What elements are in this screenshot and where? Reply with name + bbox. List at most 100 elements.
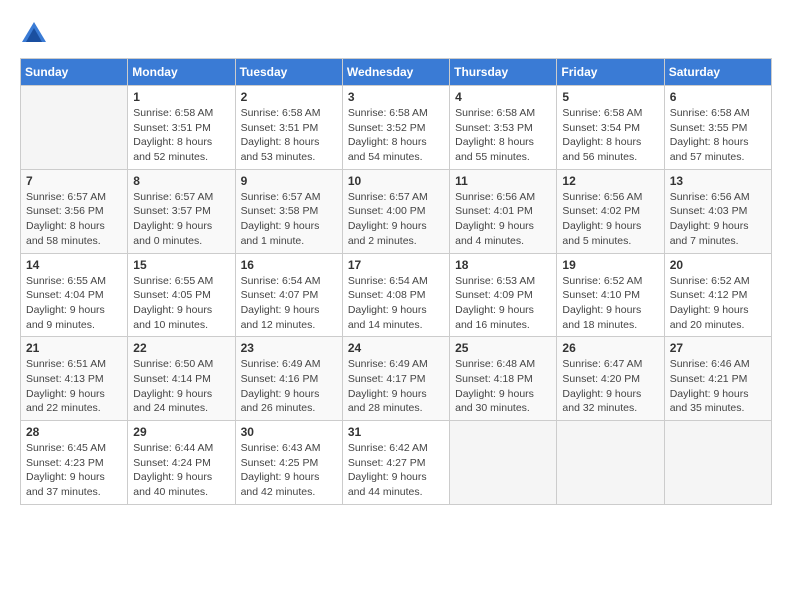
calendar-header-row: SundayMondayTuesdayWednesdayThursdayFrid… <box>21 59 772 86</box>
day-number: 19 <box>562 258 658 272</box>
day-number: 1 <box>133 90 229 104</box>
day-number: 30 <box>241 425 337 439</box>
calendar-cell <box>557 421 664 505</box>
day-info: Sunrise: 6:58 AM Sunset: 3:54 PM Dayligh… <box>562 106 658 165</box>
day-number: 11 <box>455 174 551 188</box>
calendar-week-row: 14Sunrise: 6:55 AM Sunset: 4:04 PM Dayli… <box>21 253 772 337</box>
calendar-header-friday: Friday <box>557 59 664 86</box>
calendar-cell: 6 Sunrise: 6:58 AM Sunset: 3:55 PM Daylig… <box>664 86 771 170</box>
calendar-header-sunday: Sunday <box>21 59 128 86</box>
day-info: Sunrise: 6:45 AM Sunset: 4:23 PM Dayligh… <box>26 441 122 500</box>
calendar-cell: 28 Sunrise: 6:45 AM Sunset: 4:23 PM Dayli… <box>21 421 128 505</box>
day-info: Sunrise: 6:58 AM Sunset: 3:51 PM Dayligh… <box>241 106 337 165</box>
day-info: Sunrise: 6:56 AM Sunset: 4:02 PM Dayligh… <box>562 190 658 249</box>
calendar-cell: 31 Sunrise: 6:42 AM Sunset: 4:27 PM Dayli… <box>342 421 449 505</box>
calendar-cell: 23 Sunrise: 6:49 AM Sunset: 4:16 PM Dayli… <box>235 337 342 421</box>
day-number: 12 <box>562 174 658 188</box>
calendar-cell: 26 Sunrise: 6:47 AM Sunset: 4:20 PM Dayli… <box>557 337 664 421</box>
day-info: Sunrise: 6:53 AM Sunset: 4:09 PM Dayligh… <box>455 274 551 333</box>
day-number: 5 <box>562 90 658 104</box>
day-info: Sunrise: 6:50 AM Sunset: 4:14 PM Dayligh… <box>133 357 229 416</box>
day-number: 8 <box>133 174 229 188</box>
day-number: 23 <box>241 341 337 355</box>
day-number: 29 <box>133 425 229 439</box>
day-number: 9 <box>241 174 337 188</box>
calendar-cell: 7 Sunrise: 6:57 AM Sunset: 3:56 PM Daylig… <box>21 169 128 253</box>
calendar-cell <box>450 421 557 505</box>
page-header <box>20 20 772 48</box>
day-number: 7 <box>26 174 122 188</box>
day-info: Sunrise: 6:54 AM Sunset: 4:07 PM Dayligh… <box>241 274 337 333</box>
day-number: 6 <box>670 90 766 104</box>
calendar-cell: 19 Sunrise: 6:52 AM Sunset: 4:10 PM Dayli… <box>557 253 664 337</box>
calendar-cell: 13 Sunrise: 6:56 AM Sunset: 4:03 PM Dayli… <box>664 169 771 253</box>
day-number: 16 <box>241 258 337 272</box>
calendar-cell: 8Sunrise: 6:57 AM Sunset: 3:57 PM Daylig… <box>128 169 235 253</box>
day-info: Sunrise: 6:46 AM Sunset: 4:21 PM Dayligh… <box>670 357 766 416</box>
calendar-cell: 24 Sunrise: 6:49 AM Sunset: 4:17 PM Dayli… <box>342 337 449 421</box>
day-number: 15 <box>133 258 229 272</box>
calendar-cell <box>21 86 128 170</box>
calendar-cell: 1 Sunrise: 6:58 AM Sunset: 3:51 PM Daylig… <box>128 86 235 170</box>
calendar-cell: 21Sunrise: 6:51 AM Sunset: 4:13 PM Dayli… <box>21 337 128 421</box>
day-info: Sunrise: 6:43 AM Sunset: 4:25 PM Dayligh… <box>241 441 337 500</box>
calendar-cell <box>664 421 771 505</box>
day-info: Sunrise: 6:49 AM Sunset: 4:16 PM Dayligh… <box>241 357 337 416</box>
day-info: Sunrise: 6:49 AM Sunset: 4:17 PM Dayligh… <box>348 357 444 416</box>
day-number: 20 <box>670 258 766 272</box>
calendar-cell: 18 Sunrise: 6:53 AM Sunset: 4:09 PM Dayli… <box>450 253 557 337</box>
day-info: Sunrise: 6:42 AM Sunset: 4:27 PM Dayligh… <box>348 441 444 500</box>
calendar-cell: 27 Sunrise: 6:46 AM Sunset: 4:21 PM Dayli… <box>664 337 771 421</box>
calendar-cell: 30 Sunrise: 6:43 AM Sunset: 4:25 PM Dayli… <box>235 421 342 505</box>
calendar-cell: 5 Sunrise: 6:58 AM Sunset: 3:54 PM Daylig… <box>557 86 664 170</box>
day-info: Sunrise: 6:58 AM Sunset: 3:52 PM Dayligh… <box>348 106 444 165</box>
day-info: Sunrise: 6:48 AM Sunset: 4:18 PM Dayligh… <box>455 357 551 416</box>
calendar-week-row: 7 Sunrise: 6:57 AM Sunset: 3:56 PM Daylig… <box>21 169 772 253</box>
day-number: 2 <box>241 90 337 104</box>
day-number: 27 <box>670 341 766 355</box>
calendar-week-row: 28 Sunrise: 6:45 AM Sunset: 4:23 PM Dayli… <box>21 421 772 505</box>
calendar-table: SundayMondayTuesdayWednesdayThursdayFrid… <box>20 58 772 505</box>
day-info: Sunrise: 6:56 AM Sunset: 4:01 PM Dayligh… <box>455 190 551 249</box>
calendar-header-monday: Monday <box>128 59 235 86</box>
day-info: Sunrise: 6:57 AM Sunset: 3:58 PM Dayligh… <box>241 190 337 249</box>
calendar-week-row: 1 Sunrise: 6:58 AM Sunset: 3:51 PM Daylig… <box>21 86 772 170</box>
calendar-header-wednesday: Wednesday <box>342 59 449 86</box>
calendar-cell: 15 Sunrise: 6:55 AM Sunset: 4:05 PM Dayli… <box>128 253 235 337</box>
day-info: Sunrise: 6:58 AM Sunset: 3:55 PM Dayligh… <box>670 106 766 165</box>
calendar-cell: 9 Sunrise: 6:57 AM Sunset: 3:58 PM Daylig… <box>235 169 342 253</box>
day-info: Sunrise: 6:55 AM Sunset: 4:05 PM Dayligh… <box>133 274 229 333</box>
day-info: Sunrise: 6:57 AM Sunset: 3:56 PM Dayligh… <box>26 190 122 249</box>
day-info: Sunrise: 6:56 AM Sunset: 4:03 PM Dayligh… <box>670 190 766 249</box>
calendar-cell: 22Sunrise: 6:50 AM Sunset: 4:14 PM Dayli… <box>128 337 235 421</box>
calendar-cell: 3 Sunrise: 6:58 AM Sunset: 3:52 PM Daylig… <box>342 86 449 170</box>
day-number: 28 <box>26 425 122 439</box>
day-number: 3 <box>348 90 444 104</box>
calendar-cell: 17 Sunrise: 6:54 AM Sunset: 4:08 PM Dayli… <box>342 253 449 337</box>
calendar-cell: 16 Sunrise: 6:54 AM Sunset: 4:07 PM Dayli… <box>235 253 342 337</box>
day-number: 31 <box>348 425 444 439</box>
logo <box>20 20 52 48</box>
calendar-cell: 11 Sunrise: 6:56 AM Sunset: 4:01 PM Dayli… <box>450 169 557 253</box>
day-info: Sunrise: 6:47 AM Sunset: 4:20 PM Dayligh… <box>562 357 658 416</box>
calendar-cell: 10Sunrise: 6:57 AM Sunset: 4:00 PM Dayli… <box>342 169 449 253</box>
day-number: 25 <box>455 341 551 355</box>
day-info: Sunrise: 6:57 AM Sunset: 4:00 PM Dayligh… <box>348 190 444 249</box>
calendar-cell: 4Sunrise: 6:58 AM Sunset: 3:53 PM Daylig… <box>450 86 557 170</box>
day-number: 24 <box>348 341 444 355</box>
day-number: 26 <box>562 341 658 355</box>
day-number: 17 <box>348 258 444 272</box>
calendar-cell: 29 Sunrise: 6:44 AM Sunset: 4:24 PM Dayli… <box>128 421 235 505</box>
calendar-week-row: 21Sunrise: 6:51 AM Sunset: 4:13 PM Dayli… <box>21 337 772 421</box>
day-number: 18 <box>455 258 551 272</box>
day-number: 13 <box>670 174 766 188</box>
day-info: Sunrise: 6:58 AM Sunset: 3:51 PM Dayligh… <box>133 106 229 165</box>
day-info: Sunrise: 6:54 AM Sunset: 4:08 PM Dayligh… <box>348 274 444 333</box>
calendar-cell: 12 Sunrise: 6:56 AM Sunset: 4:02 PM Dayli… <box>557 169 664 253</box>
day-number: 14 <box>26 258 122 272</box>
day-number: 4 <box>455 90 551 104</box>
day-info: Sunrise: 6:52 AM Sunset: 4:10 PM Dayligh… <box>562 274 658 333</box>
day-info: Sunrise: 6:44 AM Sunset: 4:24 PM Dayligh… <box>133 441 229 500</box>
calendar-cell: 20Sunrise: 6:52 AM Sunset: 4:12 PM Dayli… <box>664 253 771 337</box>
day-info: Sunrise: 6:51 AM Sunset: 4:13 PM Dayligh… <box>26 357 122 416</box>
